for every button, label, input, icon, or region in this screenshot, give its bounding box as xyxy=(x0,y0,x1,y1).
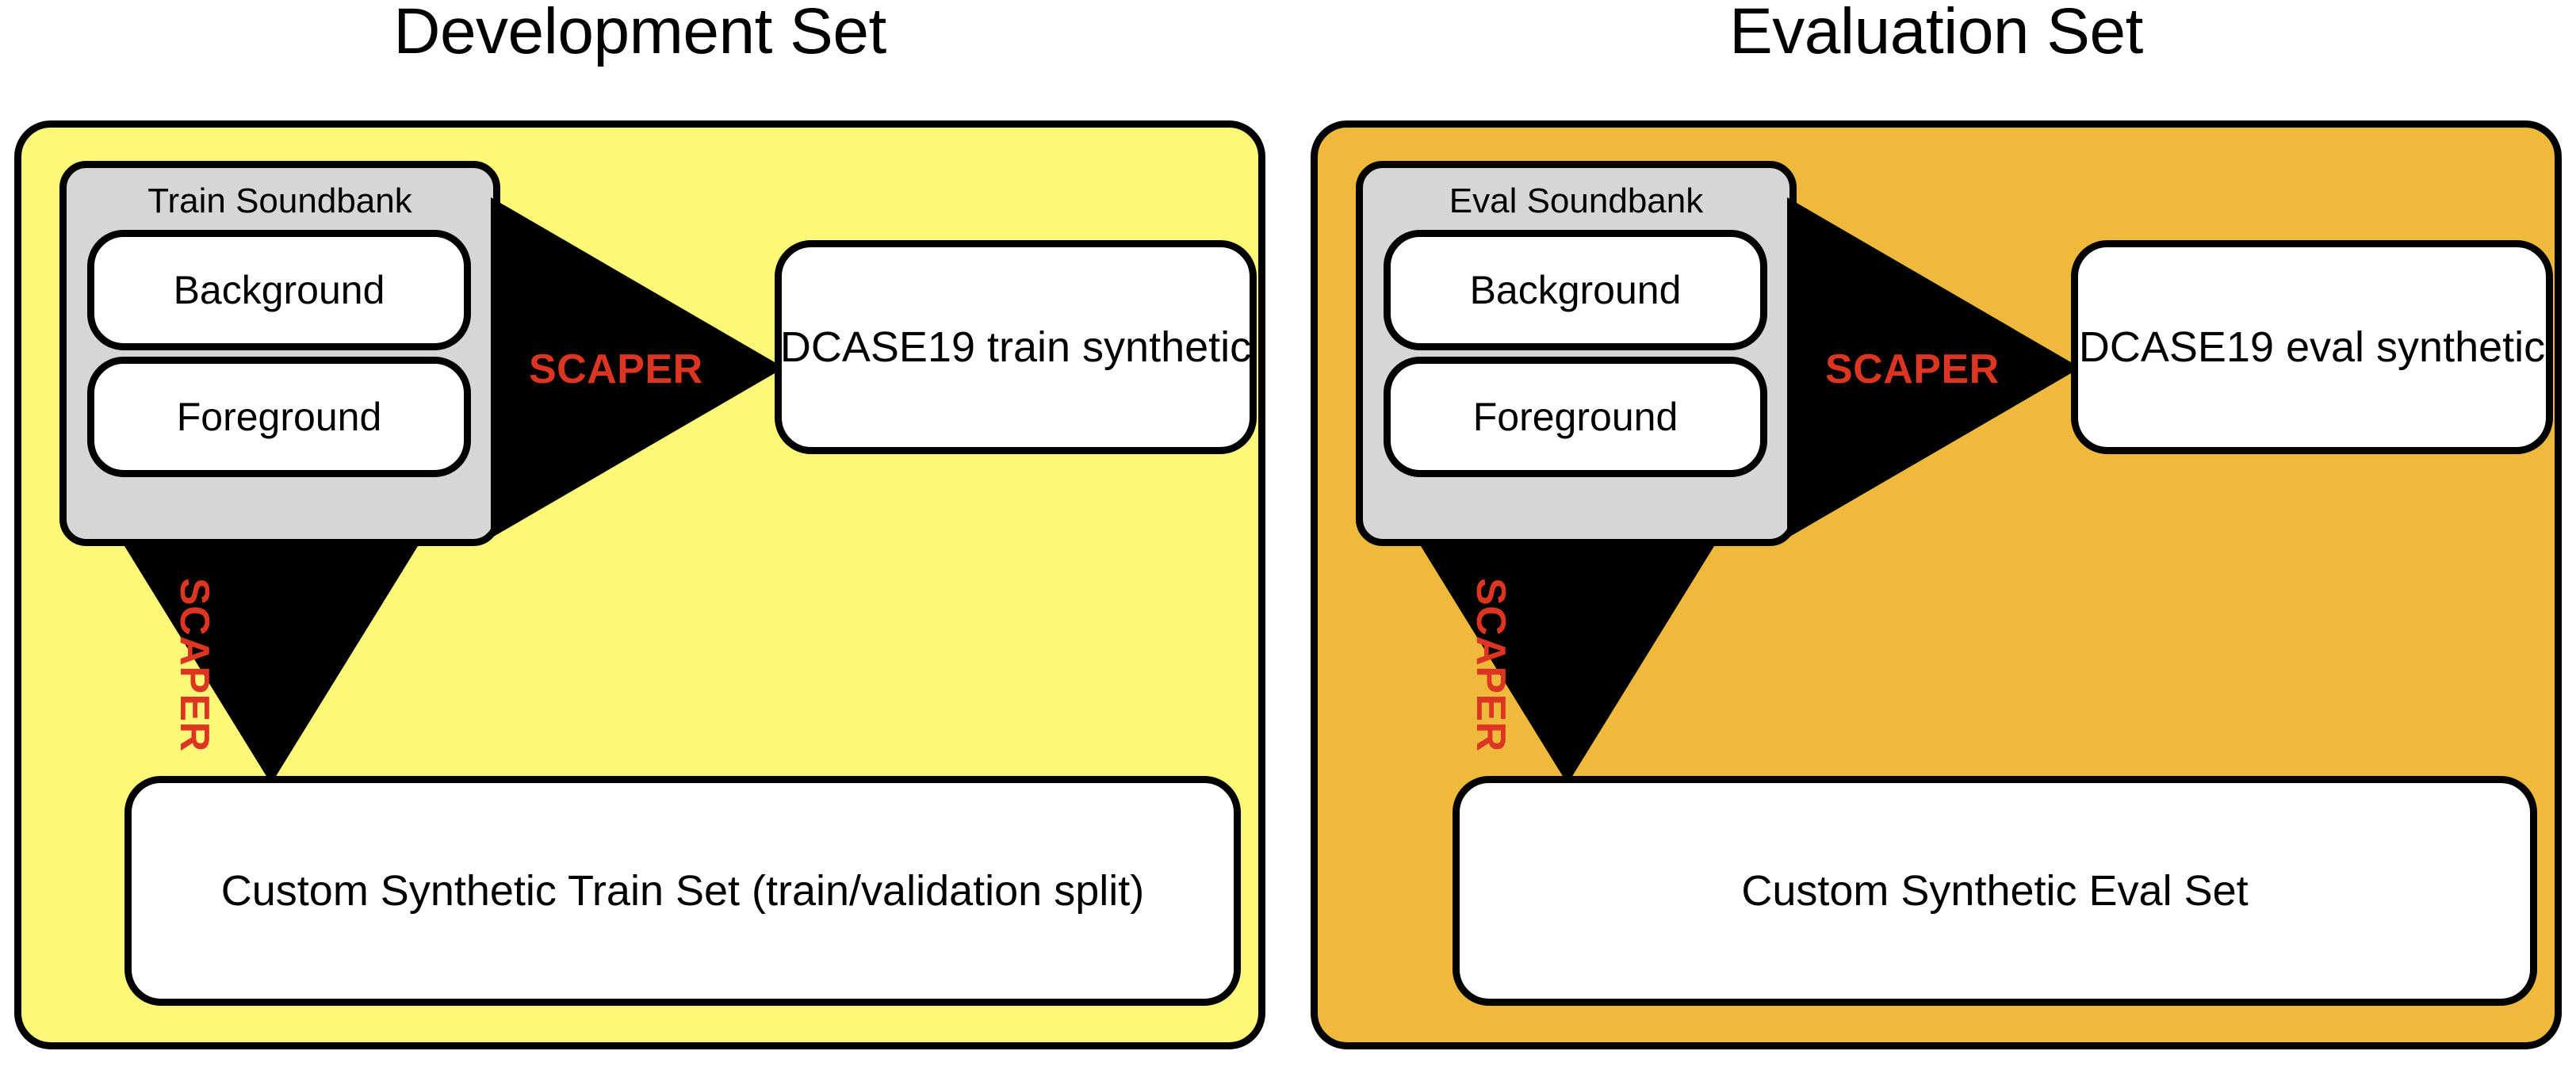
panel-evaluation-set: Eval Soundbank Background Foreground SCA… xyxy=(1311,120,2562,1049)
output-box-dcase19-train-synthetic: DCASE19 train synthetic xyxy=(775,240,1257,454)
train-soundbank-group: Train Soundbank Background Foreground xyxy=(59,161,500,546)
soundbank-item-background: Background xyxy=(1384,230,1767,350)
arrow-down-triangle-icon xyxy=(1421,546,1714,784)
eval-soundbank-group: Eval Soundbank Background Foreground xyxy=(1356,161,1797,546)
output-box-label: DCASE19 eval synthetic xyxy=(2078,323,2546,371)
pipeline-diagram: Development Set Evaluation Set Train Sou… xyxy=(0,0,2576,1070)
soundbank-item-label: Background xyxy=(1469,268,1682,312)
scaper-label-vertical: SCAPER xyxy=(171,578,217,752)
scaper-label-horizontal: SCAPER xyxy=(1825,346,2000,392)
scaper-label-horizontal: SCAPER xyxy=(529,346,703,392)
output-box-custom-synthetic-eval-set: Custom Synthetic Eval Set xyxy=(1453,776,2537,1006)
soundbank-item-label: Background xyxy=(173,268,385,312)
eval-soundbank-label: Eval Soundbank xyxy=(1449,182,1704,220)
output-box-dcase19-eval-synthetic: DCASE19 eval synthetic xyxy=(2071,240,2553,454)
soundbank-item-background: Background xyxy=(87,230,471,350)
output-box-custom-synthetic-train-set: Custom Synthetic Train Set (train/valida… xyxy=(124,776,1241,1006)
soundbank-item-foreground: Foreground xyxy=(1384,357,1767,477)
soundbank-item-label: Foreground xyxy=(1472,395,1678,439)
scaper-label-vertical: SCAPER xyxy=(1468,578,1514,752)
arrow-down-triangle-icon xyxy=(124,546,418,784)
panel-development-set: Train Soundbank Background Foreground SC… xyxy=(14,120,1265,1049)
soundbank-item-foreground: Foreground xyxy=(87,357,471,477)
panel-title-evaluation: Evaluation Set xyxy=(1729,0,2143,67)
output-box-label: Custom Synthetic Eval Set xyxy=(1741,867,2249,915)
train-soundbank-label: Train Soundbank xyxy=(147,182,412,220)
output-box-label: Custom Synthetic Train Set (train/valida… xyxy=(220,867,1145,915)
soundbank-item-label: Foreground xyxy=(176,395,382,439)
output-box-label: DCASE19 train synthetic xyxy=(779,323,1252,371)
panel-title-development: Development Set xyxy=(393,0,886,67)
